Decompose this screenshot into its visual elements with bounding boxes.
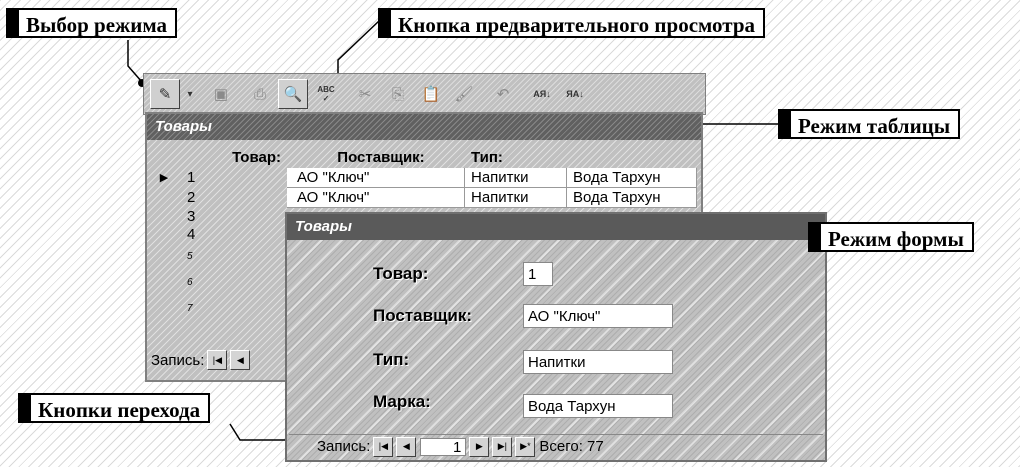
- previous-record-button[interactable]: ◀: [230, 350, 251, 370]
- column-header-product[interactable]: Товар:: [177, 148, 287, 168]
- next-record-button[interactable]: ▶: [469, 436, 490, 457]
- callout-nav-buttons: Кнопки перехода: [18, 393, 211, 423]
- form-record-navigator: Запись: |◀ ◀ 1 ▶ ▶| ▶* Всего: 77: [289, 434, 823, 458]
- print-button[interactable]: ⎙: [245, 79, 275, 109]
- previous-record-icon: ◀: [236, 354, 244, 365]
- first-record-icon: |◀: [378, 441, 389, 451]
- field-label-brand: Марка:: [373, 392, 431, 411]
- previous-record-icon: ◀: [402, 441, 410, 451]
- table-window-title[interactable]: Товары: [147, 114, 701, 140]
- column-header-supplier[interactable]: Поставщик:: [287, 148, 465, 168]
- column-header-type[interactable]: Тип:: [465, 148, 567, 168]
- table-row[interactable]: ▶ 1 АО "Ключ" Напитки Вода Тархун: [151, 168, 699, 188]
- sort-descending-icon: ЯА↓: [566, 89, 584, 99]
- first-record-button[interactable]: |◀: [373, 436, 394, 457]
- field-label-product: Товар:: [373, 264, 429, 283]
- toolbar: ✎ ▾ ▣ ⎙ 🔍 ABC ✓ ✂ ⎘ 📋 🖌 ↶ АЯ↓ ЯА↓: [143, 73, 706, 115]
- new-record-button[interactable]: ▶*: [515, 436, 536, 457]
- sort-ascending-button[interactable]: АЯ↓: [527, 79, 557, 109]
- sort-ascending-icon: АЯ↓: [533, 89, 551, 99]
- brand-field[interactable]: Вода Тархун: [523, 394, 673, 418]
- table-row[interactable]: 2 АО "Ключ" Напитки Вода Тархун: [151, 188, 699, 208]
- callout-table-mode: Режим таблицы: [778, 109, 961, 139]
- last-record-icon: ▶|: [497, 441, 508, 451]
- brush-icon: 🖌: [454, 86, 474, 103]
- product-field[interactable]: 1: [523, 262, 553, 286]
- paste-button[interactable]: 📋: [416, 79, 446, 109]
- form-view-window: Товары Товар: 1 Поставщик: АО "Ключ" Тип…: [285, 212, 827, 462]
- spell-check-icon: ABC ✓: [317, 85, 335, 103]
- spelling-button[interactable]: ABC ✓: [311, 79, 341, 109]
- type-field[interactable]: Напитки: [523, 350, 673, 374]
- previous-record-button[interactable]: ◀: [396, 436, 417, 457]
- save-button[interactable]: ▣: [206, 79, 236, 109]
- callout-preview-button: Кнопка предварительного просмотра: [378, 8, 766, 38]
- record-number-input[interactable]: 1: [420, 437, 467, 456]
- view-mode-button[interactable]: ✎: [150, 79, 180, 109]
- last-record-button[interactable]: ▶|: [492, 436, 513, 457]
- grid-header: Товар: Поставщик: Тип:: [151, 148, 699, 168]
- current-record-arrow-icon: ▶: [159, 172, 169, 184]
- printer-icon: ⎙: [253, 85, 266, 103]
- form-nav-label: Запись:: [317, 438, 371, 455]
- supplier-field[interactable]: АО "Ключ": [523, 304, 673, 328]
- next-record-icon: ▶: [475, 441, 483, 451]
- table-nav-label: Запись:: [151, 351, 205, 369]
- undo-icon: ↶: [496, 86, 510, 103]
- floppy-disk-icon: ▣: [213, 86, 229, 103]
- sort-descending-button[interactable]: ЯА↓: [560, 79, 590, 109]
- copy-icon: ⎘: [391, 85, 404, 103]
- cut-button[interactable]: ✂: [350, 79, 380, 109]
- magnifier-page-icon: 🔍: [283, 86, 303, 103]
- design-view-icon: ✎: [158, 86, 172, 103]
- format-painter-button[interactable]: 🖌: [449, 79, 479, 109]
- clipboard-icon: 📋: [421, 86, 441, 103]
- callout-form-mode: Режим формы: [808, 222, 974, 252]
- chevron-down-icon: ▾: [187, 88, 193, 100]
- copy-button[interactable]: ⎘: [383, 79, 413, 109]
- print-preview-button[interactable]: 🔍: [278, 79, 308, 109]
- table-record-navigator: Запись: |◀ ◀: [151, 350, 251, 370]
- first-record-icon: |◀: [212, 354, 223, 365]
- view-dropdown-button[interactable]: ▾: [183, 79, 197, 109]
- callout-mode-select: Выбор режима: [6, 8, 178, 38]
- record-total: Всего: 77: [539, 438, 604, 455]
- field-label-supplier: Поставщик:: [373, 306, 473, 325]
- form-window-title[interactable]: Товары: [287, 214, 825, 240]
- first-record-button[interactable]: |◀: [207, 350, 228, 370]
- scissors-icon: ✂: [358, 86, 372, 103]
- undo-button[interactable]: ↶: [488, 79, 518, 109]
- field-label-type: Тип:: [373, 350, 410, 369]
- new-record-icon: ▶*: [520, 441, 531, 451]
